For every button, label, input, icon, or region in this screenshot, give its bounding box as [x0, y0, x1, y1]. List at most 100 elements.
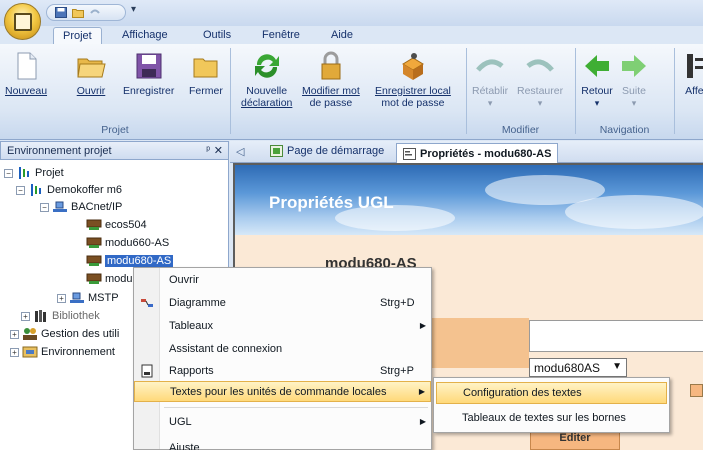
tree-item-gestion[interactable]: + Gestion des utili: [10, 326, 119, 342]
pin-icon[interactable]: ᵖ: [206, 145, 210, 156]
back-arrow-icon: [585, 55, 609, 77]
collapse-icon[interactable]: −: [4, 168, 13, 178]
network-icon: [70, 292, 84, 303]
back-label: Retour: [581, 85, 613, 97]
tree-item-modu660[interactable]: modu660-AS: [86, 235, 169, 251]
tree-item-ecos504[interactable]: ecos504: [86, 217, 147, 233]
save-local-password-label-2: mot de passe: [381, 97, 445, 109]
open-button-label: Ouvrir: [76, 85, 106, 97]
ribbon-separator: [575, 48, 576, 134]
undo-icon[interactable]: [89, 7, 101, 18]
properties-icon: [403, 147, 416, 160]
controller-select[interactable]: modu680AS ▼: [529, 358, 627, 377]
close-folder-icon: [193, 58, 218, 78]
restore-label: Restaurer: [517, 85, 564, 97]
menu-item-label: Rapports: [169, 365, 214, 377]
tab-properties[interactable]: Propriétés - modu680-AS: [396, 143, 559, 163]
tree-label: modu680-AS: [105, 255, 174, 267]
save-icon[interactable]: [55, 7, 67, 18]
network-icon: [53, 201, 67, 212]
change-password-label-1: Modifier mot: [302, 85, 360, 97]
save-button[interactable]: Enregistrer: [123, 50, 174, 97]
tab-scroll-left-icon[interactable]: ◁: [236, 145, 244, 158]
menu-item-tableaux[interactable]: Tableaux ▶: [134, 316, 431, 337]
collapse-icon[interactable]: −: [16, 185, 25, 195]
project-icon: [19, 167, 29, 179]
menu-separator: [164, 407, 428, 408]
change-password-button[interactable]: Modifier mot de passe: [302, 50, 360, 109]
new-button[interactable]: Nouveau: [5, 50, 47, 97]
assign-button[interactable]: Affec: [681, 50, 703, 97]
menu-item-label: Tableaux: [169, 320, 214, 332]
submenu-arrow-icon: ▶: [419, 417, 426, 426]
menu-item-label: Ajuste: [169, 442, 200, 450]
tree-label: Projet: [35, 167, 64, 179]
tree-item-bacnet[interactable]: − BACnet/IP: [40, 199, 122, 215]
tree-item-projet[interactable]: − Projet: [4, 165, 64, 181]
controller-icon: [86, 255, 102, 266]
forward-button[interactable]: Suite ▾: [618, 50, 650, 109]
menu-item-partial[interactable]: Ajuste: [134, 438, 431, 450]
quick-access-toolbar: [46, 4, 126, 21]
expand-icon[interactable]: +: [21, 311, 30, 321]
controller-icon: [86, 273, 102, 284]
back-button[interactable]: Retour ▾: [581, 50, 613, 109]
new-declaration-button[interactable]: Nouvelle déclaration: [241, 50, 292, 109]
redo-button[interactable]: Rétablir ▾: [472, 50, 508, 109]
expand-icon[interactable]: +: [57, 293, 66, 303]
save-button-label: Enregistrer: [123, 85, 175, 97]
expand-icon[interactable]: +: [10, 347, 19, 357]
menu-item-label: Ouvrir: [169, 274, 199, 286]
open-folder-icon[interactable]: [72, 7, 84, 18]
tree-item-mstp[interactable]: + MSTP: [57, 290, 119, 306]
page-banner: Propriétés UGL: [235, 165, 703, 235]
ribbon-group-navigation: Navigation: [599, 124, 650, 136]
collapse-icon[interactable]: −: [40, 202, 49, 212]
submenu-item-tableaux-bornes[interactable]: Tableaux de textes sur les bornes: [436, 408, 667, 430]
tab-fenetre[interactable]: Fenêtre: [262, 29, 300, 41]
menu-item-ugl[interactable]: UGL ▶: [134, 412, 431, 433]
tab-projet[interactable]: Projet: [53, 27, 102, 45]
menu-item-label: Diagramme: [169, 297, 226, 309]
menu-item-label: Assistant de connexion: [169, 343, 283, 355]
tab-affichage[interactable]: Affichage: [122, 29, 168, 41]
menu-item-shortcut: Strg+D: [380, 297, 415, 309]
tree-item-bibliothek[interactable]: + Bibliothek: [21, 308, 100, 324]
save-local-password-label-1: Enregistrer local: [375, 85, 451, 97]
tree-label: Demokoffer m6: [47, 184, 122, 196]
forward-label: Suite: [622, 85, 646, 97]
tree-item-modu-partial[interactable]: modu: [86, 271, 133, 287]
assign-label: Affec: [685, 85, 703, 97]
tab-start-page[interactable]: Page de démarrage: [270, 145, 384, 157]
tab-aide[interactable]: Aide: [331, 29, 353, 41]
submenu-texts: Configuration des textes Tableaux de tex…: [433, 377, 670, 433]
tree-item-demokoffer[interactable]: − Demokoffer m6: [16, 182, 122, 198]
report-icon: [141, 364, 153, 378]
tree-item-environnement[interactable]: + Environnement: [10, 344, 115, 360]
restore-button[interactable]: Restaurer ▾: [517, 50, 563, 109]
close-button[interactable]: Fermer: [189, 50, 223, 97]
menu-item-rapports[interactable]: Rapports Strg+P: [134, 361, 431, 382]
close-panel-icon[interactable]: ✕: [214, 144, 223, 157]
menu-item-assistant[interactable]: Assistant de connexion: [134, 339, 431, 360]
text-input-field[interactable]: [529, 320, 703, 352]
menu-item-ouvrir[interactable]: Ouvrir: [134, 270, 431, 291]
menu-item-diagramme[interactable]: Diagramme Strg+D: [134, 293, 431, 314]
ribbon-separator: [674, 48, 675, 134]
open-folder-icon: [77, 58, 106, 78]
save-disk-icon: [136, 53, 162, 79]
open-button[interactable]: Ouvrir: [75, 50, 107, 97]
save-local-password-button[interactable]: Enregistrer local mot de passe: [375, 50, 451, 109]
small-action-button[interactable]: [690, 384, 703, 397]
tab-outils[interactable]: Outils: [203, 29, 231, 41]
new-declaration-label-2: déclaration: [241, 97, 293, 109]
menu-item-shortcut: Strg+P: [380, 365, 414, 377]
ribbon-separator: [466, 48, 467, 134]
menu-item-textes[interactable]: Textes pour les unités de commande local…: [134, 381, 431, 402]
select-value: modu680AS: [534, 361, 601, 375]
customize-toolbar-icon[interactable]: ▾: [131, 4, 136, 15]
submenu-item-config[interactable]: Configuration des textes: [436, 382, 667, 404]
expand-icon[interactable]: +: [10, 329, 19, 339]
application-menu-button[interactable]: [4, 3, 41, 40]
change-password-label-2: de passe: [309, 97, 353, 109]
